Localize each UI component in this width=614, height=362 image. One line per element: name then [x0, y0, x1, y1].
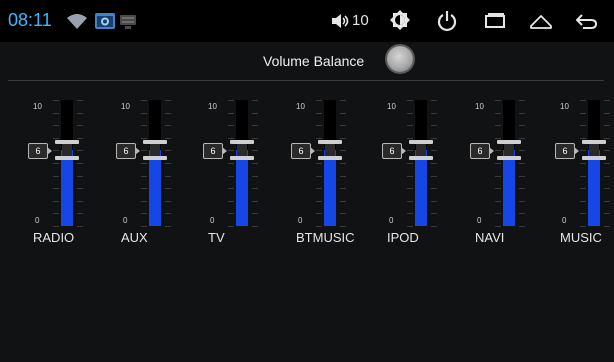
slider-fill [588, 150, 600, 226]
tick-marks [141, 100, 147, 227]
slider-value-badge: 6 [28, 143, 52, 159]
recent-apps-icon[interactable] [483, 12, 507, 30]
slider-thumb[interactable] [318, 140, 342, 160]
slider-fill [149, 150, 161, 226]
volume-level: 10 [352, 12, 369, 29]
slider-thumb[interactable] [143, 140, 167, 160]
slider-track[interactable] [324, 100, 336, 226]
tick-marks [340, 100, 346, 227]
scale-min-label: 0 [477, 216, 482, 225]
slider-column-radio: 10 0 6 RADIO [28, 96, 111, 256]
scale-max-label: 10 [121, 102, 130, 111]
scale-min-label: 0 [562, 216, 567, 225]
back-icon[interactable] [574, 11, 598, 31]
slider-track[interactable] [588, 100, 600, 226]
slider-thumb[interactable] [230, 140, 254, 160]
tick-marks [519, 100, 525, 227]
slider-fill [415, 150, 427, 226]
slider-thumb[interactable] [55, 140, 79, 160]
wifi-icon [67, 14, 87, 29]
channel-label: MUSIC [560, 230, 602, 245]
channel-label: IPOD [387, 230, 419, 245]
speaker-icon[interactable] [330, 12, 350, 30]
divider [8, 80, 604, 81]
slider-value-badge: 6 [382, 143, 406, 159]
slider-fill [61, 150, 73, 226]
tick-marks [165, 100, 171, 227]
slider-column-tv: 10 0 6 TV [203, 96, 286, 256]
tick-marks [431, 100, 437, 227]
slider-column-navi: 10 0 6 NAVI [470, 96, 553, 256]
scale-max-label: 10 [33, 102, 42, 111]
scale-max-label: 10 [387, 102, 396, 111]
scale-min-label: 0 [123, 216, 128, 225]
tick-marks [604, 100, 610, 227]
scale-max-label: 10 [296, 102, 305, 111]
slider-value-badge: 6 [116, 143, 140, 159]
power-icon[interactable] [437, 10, 457, 32]
scale-min-label: 0 [298, 216, 303, 225]
channel-label: BTMUSIC [296, 230, 355, 245]
status-time: 08:11 [8, 10, 52, 30]
volume-balance-toggle[interactable] [387, 46, 413, 72]
tick-marks [228, 100, 234, 227]
slider-fill [324, 150, 336, 226]
tick-marks [495, 100, 501, 227]
tick-marks [252, 100, 258, 227]
screenshot-icon [95, 13, 115, 29]
scale-max-label: 10 [475, 102, 484, 111]
slider-thumb[interactable] [409, 140, 433, 160]
channel-label: TV [208, 230, 225, 245]
tick-marks [316, 100, 322, 227]
slider-track[interactable] [503, 100, 515, 226]
slider-fill [236, 150, 248, 226]
slider-column-aux: 10 0 6 AUX [116, 96, 199, 256]
slider-track[interactable] [149, 100, 161, 226]
scale-max-label: 10 [208, 102, 217, 111]
scale-min-label: 0 [35, 216, 40, 225]
tick-marks [580, 100, 586, 227]
scale-min-label: 0 [389, 216, 394, 225]
home-icon[interactable] [529, 12, 553, 30]
keyboard-icon [120, 15, 136, 29]
slider-track[interactable] [236, 100, 248, 226]
tick-marks [77, 100, 83, 227]
slider-column-music: 10 0 6 MUSIC [555, 96, 614, 256]
slider-thumb[interactable] [582, 140, 606, 160]
scale-min-label: 0 [210, 216, 215, 225]
tick-marks [407, 100, 413, 227]
scale-max-label: 10 [560, 102, 569, 111]
slider-track[interactable] [415, 100, 427, 226]
slider-value-badge: 6 [555, 143, 579, 159]
slider-track[interactable] [61, 100, 73, 226]
status-bar: 08:11 10 [0, 0, 614, 42]
slider-column-ipod: 10 0 6 IPOD [382, 96, 465, 256]
slider-fill [503, 150, 515, 226]
brightness-icon[interactable] [389, 9, 411, 31]
page-title: Volume Balance [263, 53, 365, 69]
slider-value-badge: 6 [291, 143, 315, 159]
channel-label: RADIO [33, 230, 75, 245]
channel-label: NAVI [475, 230, 505, 245]
slider-value-badge: 6 [470, 143, 494, 159]
slider-value-badge: 6 [203, 143, 227, 159]
slider-thumb[interactable] [497, 140, 521, 160]
tick-marks [53, 100, 59, 227]
channel-label: AUX [121, 230, 148, 245]
slider-column-btmusic: 10 0 6 BTMUSIC [291, 96, 374, 256]
